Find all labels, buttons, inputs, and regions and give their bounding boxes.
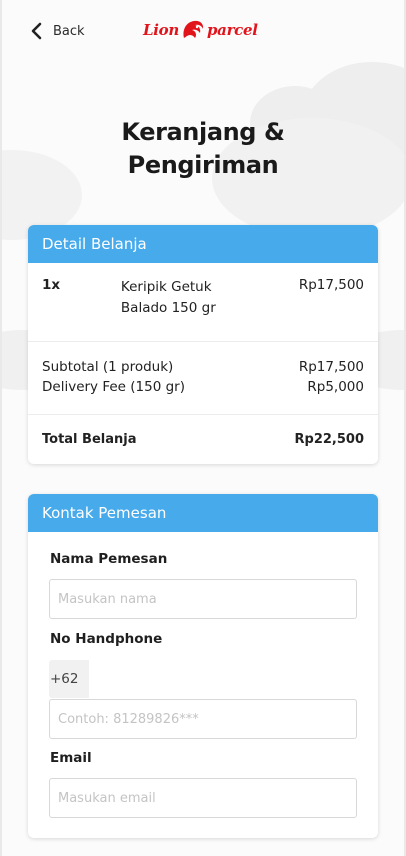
logo-text-parcel: parcel bbox=[206, 21, 258, 39]
delivery-fee-row: Delivery Fee (150 gr) Rp5,000 bbox=[28, 377, 378, 414]
email-label: Email bbox=[50, 750, 92, 766]
page-frame: Back Lion parcel Keranjang & Pengiriman … bbox=[2, 0, 404, 856]
delivery-fee-value: Rp5,000 bbox=[307, 379, 364, 395]
top-header: Back Lion parcel bbox=[2, 0, 404, 60]
logo-text-lion: Lion bbox=[143, 21, 179, 39]
phone-prefix: +62 bbox=[49, 660, 89, 698]
item-quantity: 1x bbox=[42, 277, 61, 293]
contact-header: Kontak Pemesan bbox=[28, 494, 378, 532]
total-label: Total Belanja bbox=[42, 432, 137, 447]
order-item-row: 1x Keripik Getuk Balado 150 gr Rp17,500 bbox=[28, 263, 378, 341]
phone-input[interactable] bbox=[49, 699, 357, 739]
chevron-left-icon bbox=[31, 22, 42, 40]
lion-parcel-logo: Lion parcel bbox=[143, 16, 258, 44]
name-input[interactable] bbox=[49, 579, 357, 619]
item-price: Rp17,500 bbox=[298, 277, 364, 293]
total-row: Total Belanja Rp22,500 bbox=[28, 415, 378, 450]
subtotal-value: Rp17,500 bbox=[298, 359, 364, 375]
phone-label: No Handphone bbox=[50, 631, 163, 647]
email-input[interactable] bbox=[49, 778, 357, 818]
name-label: Nama Pemesan bbox=[50, 551, 168, 567]
contact-card: Kontak Pemesan Nama Pemesan No Handphone… bbox=[28, 494, 378, 838]
back-label: Back bbox=[53, 23, 85, 39]
page-title: Keranjang & Pengiriman bbox=[2, 116, 404, 182]
item-name: Keripik Getuk Balado 150 gr bbox=[120, 279, 216, 316]
page-title-line-2: Pengiriman bbox=[127, 151, 279, 179]
order-detail-header: Detail Belanja bbox=[28, 225, 378, 263]
subtotal-row: Subtotal (1 produk) Rp17,500 bbox=[28, 342, 378, 377]
back-button[interactable]: Back bbox=[30, 19, 85, 43]
order-detail-card: Detail Belanja 1x Keripik Getuk Balado 1… bbox=[28, 225, 378, 464]
total-value: Rp22,500 bbox=[294, 432, 364, 447]
lion-head-icon bbox=[183, 20, 204, 38]
subtotal-label: Subtotal (1 produk) bbox=[42, 359, 174, 375]
delivery-fee-label: Delivery Fee (150 gr) bbox=[42, 379, 185, 395]
page-title-line-1: Keranjang & bbox=[121, 118, 285, 146]
